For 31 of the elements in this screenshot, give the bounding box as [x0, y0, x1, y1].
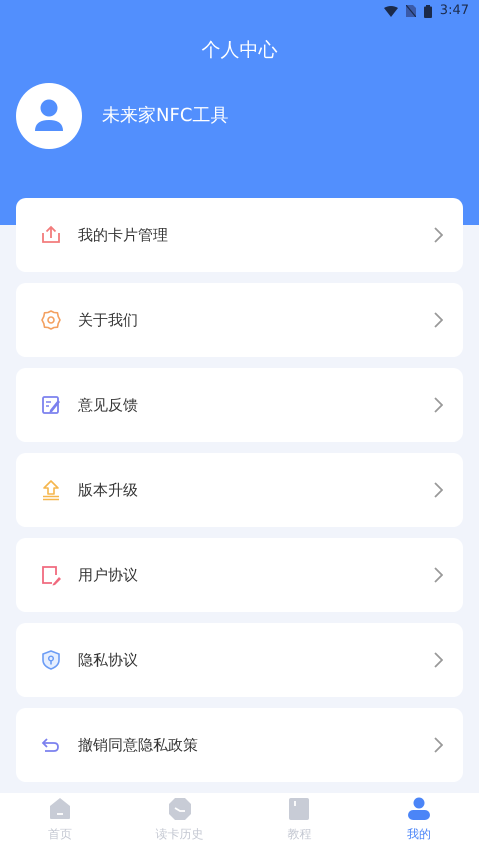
chevron-icon [434, 567, 443, 583]
book-icon [287, 797, 312, 821]
shield-icon [40, 649, 62, 671]
username: 未来家NFC工具 [102, 104, 228, 128]
gear-icon [40, 309, 62, 331]
edit-icon [40, 394, 62, 416]
note-icon [40, 564, 62, 586]
battery-icon [424, 4, 432, 18]
chevron-icon [434, 312, 443, 328]
upgrade-icon [40, 479, 62, 501]
menu-item[interactable]: 撤销同意隐私政策 [16, 708, 463, 782]
menu-item[interactable]: 用户协议 [16, 538, 463, 612]
menu-item[interactable]: 版本升级 [16, 453, 463, 527]
nav-tab[interactable]: 我的 [359, 793, 479, 853]
chevron-icon [434, 482, 443, 498]
person-icon [407, 797, 432, 821]
menu-item[interactable]: 意见反馈 [16, 368, 463, 442]
chevron-icon [434, 397, 443, 413]
chevron-icon [434, 227, 443, 243]
menu-item[interactable]: 关于我们 [16, 283, 463, 357]
menu-item[interactable]: 隐私协议 [16, 623, 463, 697]
chevron-icon [434, 652, 443, 668]
wifi-icon [384, 6, 398, 16]
status-time: 3:47 [440, 2, 469, 20]
home-icon [48, 797, 72, 821]
chevron-icon [434, 737, 443, 753]
page-title: 个人中心 [202, 38, 278, 63]
no-sim-icon [406, 5, 416, 17]
menu-item[interactable]: 我的卡片管理 [16, 198, 463, 272]
upload-icon [40, 224, 62, 246]
clock-icon [168, 797, 192, 821]
